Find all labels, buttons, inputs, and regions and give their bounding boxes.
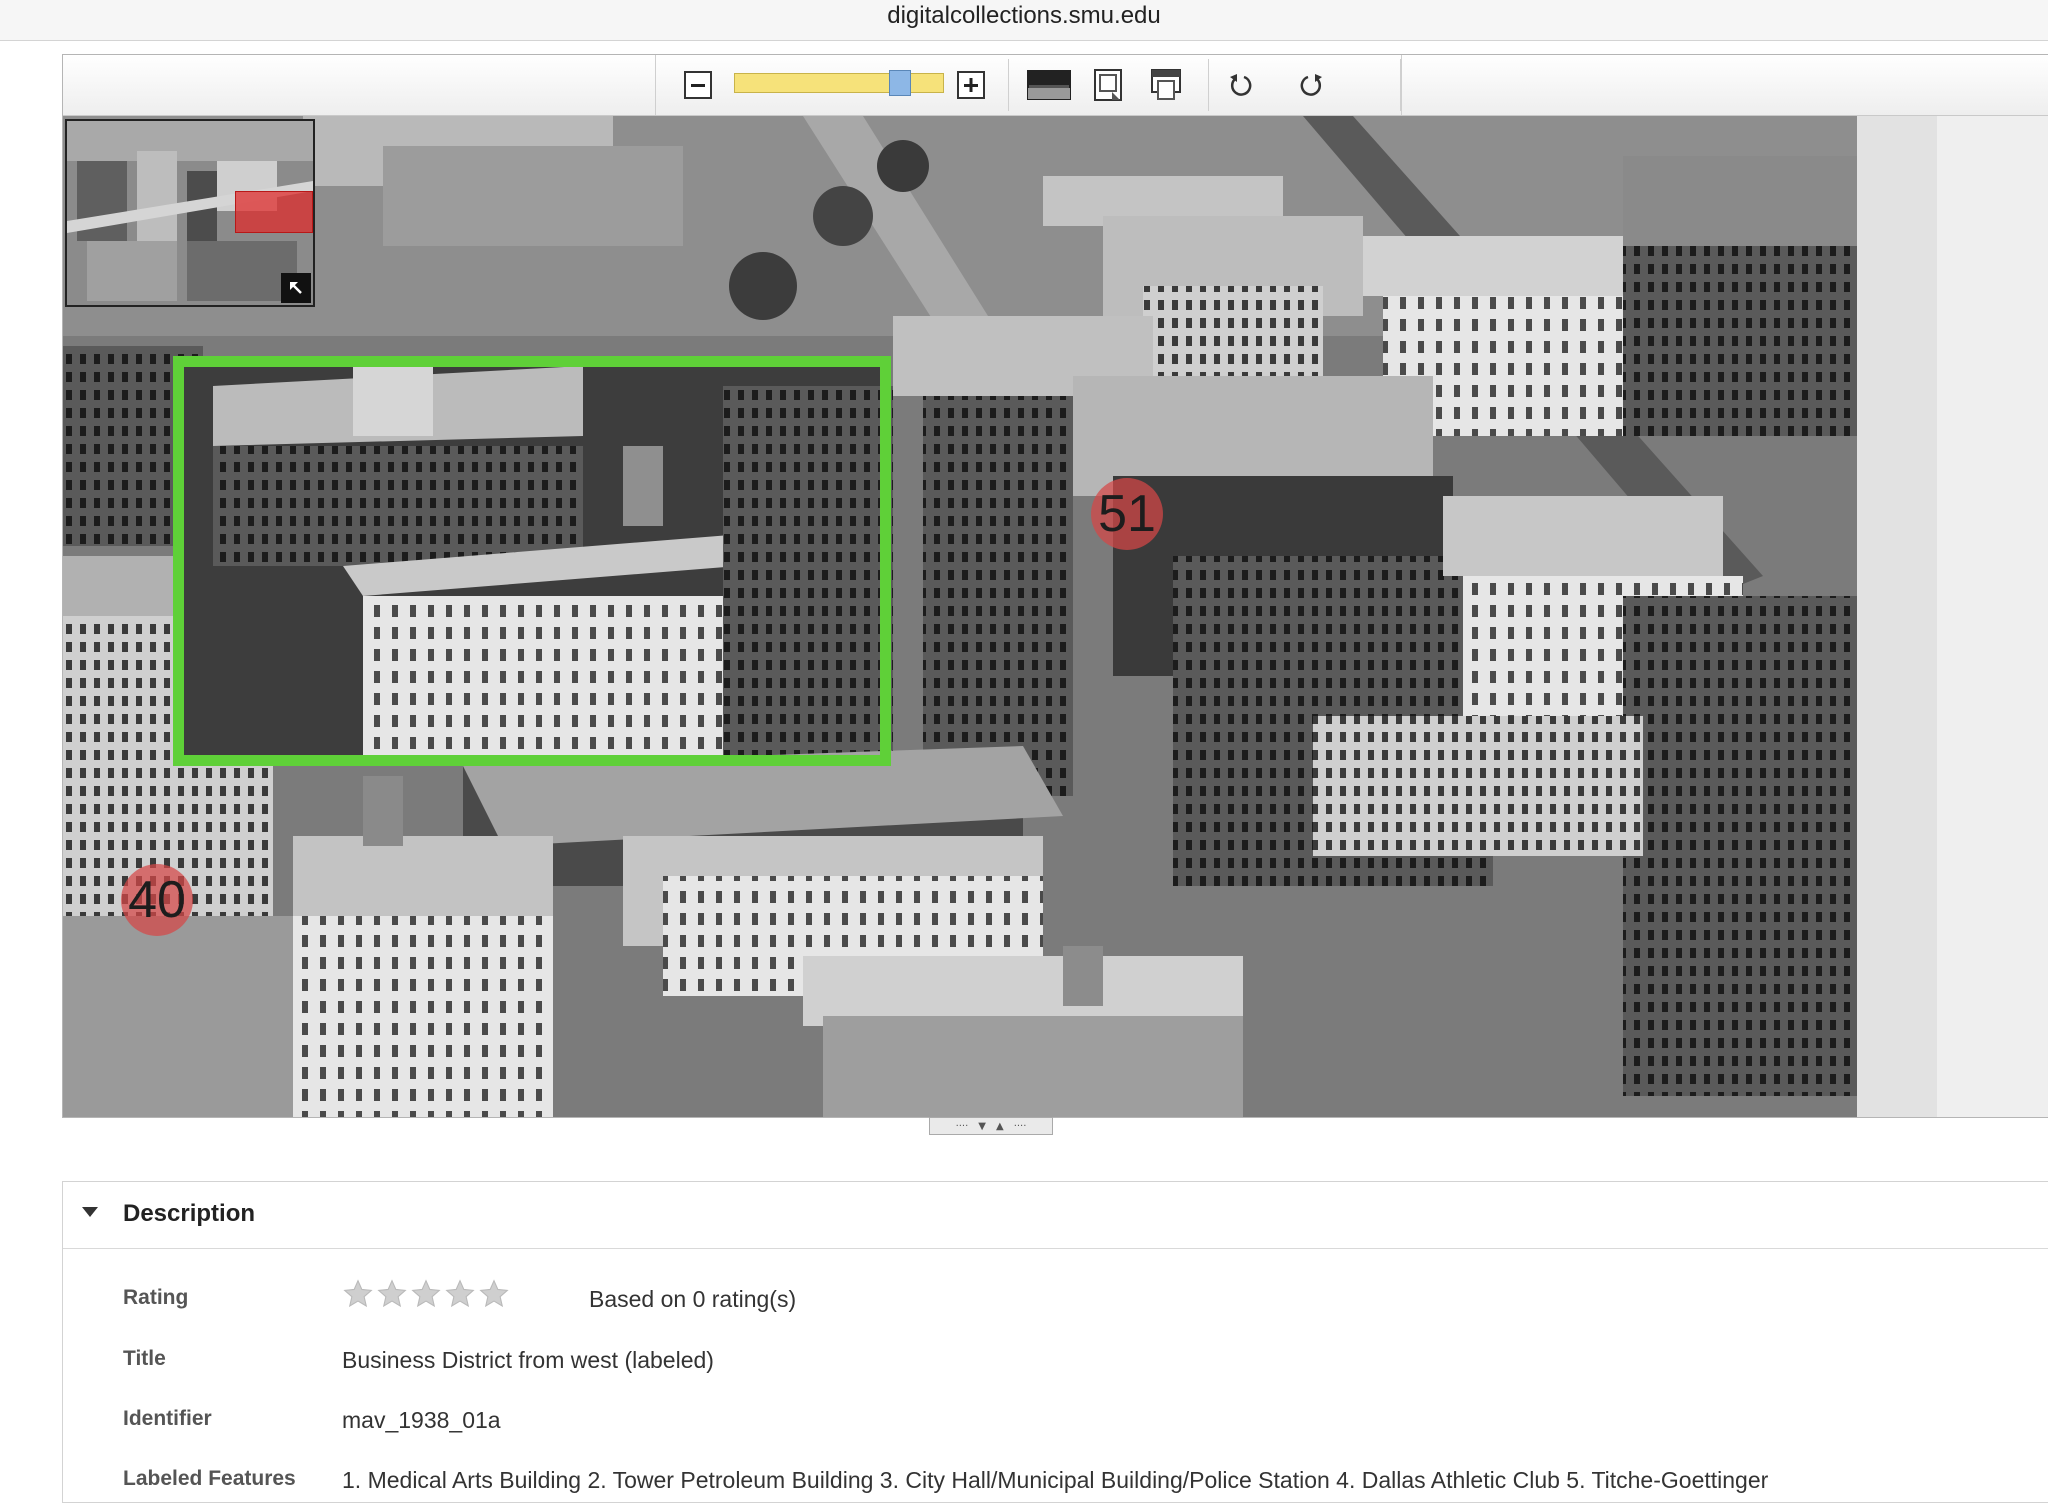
minimap-viewport-indicator[interactable] xyxy=(235,191,313,233)
description-heading: Description xyxy=(123,1200,256,1227)
collapse-arrow-icon xyxy=(290,282,302,294)
fit-height-button[interactable] xyxy=(1148,67,1184,103)
star-icon[interactable] xyxy=(410,1278,442,1310)
url-domain: digitalcollections.smu.edu xyxy=(887,2,1161,29)
highlighted-building-box[interactable] xyxy=(173,356,891,766)
star-icon[interactable] xyxy=(478,1278,510,1310)
zoom-in-button[interactable] xyxy=(953,67,989,103)
rotate-left-button[interactable] xyxy=(1224,67,1260,103)
feature-marker-40[interactable]: 40 xyxy=(121,864,193,936)
zoom-slider[interactable] xyxy=(734,70,944,96)
browser-address-bar[interactable]: digitalcollections.smu.edu xyxy=(0,0,2048,41)
identifier-label: Identifier xyxy=(123,1407,212,1430)
rotate-left-icon xyxy=(1230,74,1252,96)
toolbar-divider xyxy=(1008,59,1009,111)
toolbar-controls xyxy=(655,55,1402,115)
toolbar-divider xyxy=(1400,59,1401,111)
star-icon[interactable] xyxy=(444,1278,476,1310)
rotate-right-icon xyxy=(1300,74,1322,96)
rating-stars[interactable] xyxy=(342,1278,510,1310)
panel-splitter[interactable]: ···· ▼ ▲ ···· xyxy=(929,1117,1053,1135)
viewer-toolbar xyxy=(63,55,2048,116)
grip-dots-icon: ···· xyxy=(955,1120,969,1132)
fit-width-icon xyxy=(1094,69,1122,101)
rating-summary: Based on 0 rating(s) xyxy=(589,1286,797,1312)
title-label: Title xyxy=(123,1347,166,1370)
grip-dots-icon: ···· xyxy=(1013,1120,1027,1132)
fit-width-button[interactable] xyxy=(1090,67,1126,103)
collapse-down-icon[interactable]: ▼ xyxy=(978,1121,986,1132)
minimap-collapse-button[interactable] xyxy=(281,273,311,303)
rating-label: Rating xyxy=(123,1286,189,1309)
description-panel: Description Rating Based on 0 rating(s) … xyxy=(62,1181,2048,1503)
description-toggle[interactable]: Description xyxy=(63,1182,2048,1249)
aerial-photo[interactable]: 51 40 xyxy=(63,116,1857,1117)
viewer-scroll-gutter xyxy=(1857,116,1937,1117)
feature-marker-51[interactable]: 51 xyxy=(1091,478,1163,550)
fit-height-icon xyxy=(1151,69,1181,100)
rotate-right-button[interactable] xyxy=(1292,67,1328,103)
zoom-slider-handle[interactable] xyxy=(889,70,911,96)
toolbar-divider xyxy=(1208,59,1209,111)
identifier-value: mav_1938_01a xyxy=(342,1407,501,1433)
image-viewer: 51 40 xyxy=(62,54,2048,1118)
zoom-out-button[interactable] xyxy=(680,67,716,103)
labeled-features-value: 1. Medical Arts Building 2. Tower Petrol… xyxy=(342,1467,1769,1493)
navigator-minimap[interactable] xyxy=(65,119,315,307)
caret-down-icon xyxy=(82,1207,98,1217)
star-icon[interactable] xyxy=(342,1278,374,1310)
expand-up-icon[interactable]: ▲ xyxy=(996,1121,1004,1132)
labeled-features-label: Labeled Features xyxy=(123,1467,296,1490)
toggle-contrast-button[interactable] xyxy=(1026,67,1072,103)
viewer-right-margin xyxy=(1857,116,2048,1117)
zoom-in-icon xyxy=(957,71,985,99)
star-icon[interactable] xyxy=(376,1278,408,1310)
title-value: Business District from west (labeled) xyxy=(342,1347,714,1373)
zoom-out-icon xyxy=(684,71,712,99)
toggle-contrast-icon xyxy=(1027,70,1071,100)
